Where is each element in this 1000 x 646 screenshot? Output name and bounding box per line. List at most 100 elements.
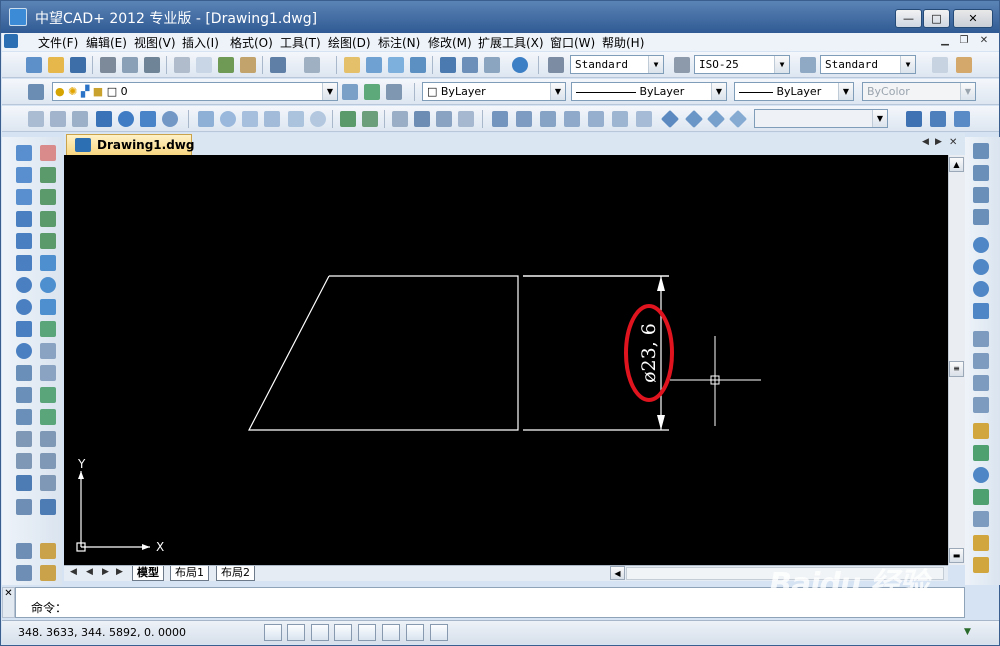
dish-icon[interactable]: [162, 111, 178, 127]
properties-icon[interactable]: [440, 57, 456, 73]
zoom-window-icon[interactable]: [388, 57, 404, 73]
menu-draw[interactable]: 绘图(D): [328, 34, 371, 51]
layout-next-icon[interactable]: ▶: [102, 567, 109, 577]
layout-last-icon[interactable]: ▶: [116, 567, 123, 577]
polygon-icon[interactable]: [16, 211, 32, 227]
named-views-select[interactable]: ▼: [754, 109, 888, 128]
interfere-icon[interactable]: [436, 111, 452, 127]
erase-icon[interactable]: [40, 145, 56, 161]
tab-layout2[interactable]: 布局2: [216, 566, 255, 581]
color-select[interactable]: □ ByLayer ▼: [422, 82, 566, 101]
solid-sphere-icon[interactable]: [220, 111, 236, 127]
setup-drawing-icon[interactable]: [458, 111, 474, 127]
menu-tools[interactable]: 工具(T): [280, 34, 321, 51]
explode-icon[interactable]: [40, 475, 56, 491]
minimize-button[interactable]: —: [895, 9, 922, 28]
table-icon[interactable]: [16, 475, 32, 491]
stretch-icon[interactable]: [40, 321, 56, 337]
solid-box-icon[interactable]: [198, 111, 214, 127]
view-nw-iso-icon[interactable]: [706, 109, 726, 129]
tab-close-icon[interactable]: ✕: [949, 137, 957, 148]
jogged-dim-icon[interactable]: [973, 259, 989, 275]
status-tray-icon[interactable]: ▼: [964, 627, 971, 637]
paste-icon[interactable]: [218, 57, 234, 73]
linetype-select[interactable]: ByLayer ▼: [571, 82, 727, 101]
undo-icon[interactable]: [270, 57, 286, 73]
mirror-icon[interactable]: [40, 189, 56, 205]
aligned-dim-icon[interactable]: [973, 165, 989, 181]
layout-prev-icon[interactable]: ◀: [86, 567, 93, 577]
inspect-icon[interactable]: [973, 489, 989, 505]
ellipse-arc-icon[interactable]: [16, 365, 32, 381]
menu-extension-tools[interactable]: 扩展工具(X): [478, 34, 544, 51]
copy-object-icon[interactable]: [40, 167, 56, 183]
revcloud-icon[interactable]: [16, 299, 32, 315]
scroll-up-icon[interactable]: ▲: [949, 157, 964, 172]
doc-minimize-icon[interactable]: ▁: [938, 35, 952, 48]
viewport-icon[interactable]: [906, 111, 922, 127]
box-3d-icon[interactable]: [28, 111, 44, 127]
otrack-toggle[interactable]: [382, 624, 400, 641]
dim-style-select[interactable]: ISO-25 ▼: [694, 55, 790, 74]
ellipse-icon[interactable]: [16, 343, 32, 359]
spline-icon[interactable]: [16, 321, 32, 337]
tab-model[interactable]: 模型: [132, 566, 164, 581]
design-center-icon[interactable]: [462, 57, 478, 73]
publish-icon[interactable]: [144, 57, 160, 73]
menu-file[interactable]: 文件(F): [38, 34, 78, 51]
diameter-dim-icon[interactable]: [973, 281, 989, 297]
lineweight-toggle[interactable]: [406, 624, 424, 641]
match-properties-icon[interactable]: [240, 57, 256, 73]
print-preview-icon[interactable]: [122, 57, 138, 73]
slice-icon[interactable]: [392, 111, 408, 127]
grid-toggle[interactable]: [287, 624, 305, 641]
open-file-icon[interactable]: [48, 57, 64, 73]
wedge-icon[interactable]: [50, 111, 66, 127]
dim-space-icon[interactable]: [973, 397, 989, 413]
lineweight-select[interactable]: ByLayer ▼: [734, 82, 854, 101]
edit-text-icon[interactable]: [40, 499, 56, 515]
angular-dim-icon[interactable]: [973, 303, 989, 319]
command-window-close-icon[interactable]: ✕: [2, 587, 15, 618]
view-back-icon[interactable]: [612, 111, 628, 127]
ucs-origin-icon[interactable]: [956, 57, 972, 73]
dim-text-edit-icon[interactable]: [973, 557, 989, 573]
array-icon[interactable]: [40, 233, 56, 249]
join-icon[interactable]: [40, 409, 56, 425]
ucs-icon[interactable]: [932, 57, 948, 73]
view-bottom-icon[interactable]: [516, 111, 532, 127]
menu-edit[interactable]: 编辑(E): [86, 34, 127, 51]
solid-cylinder-icon[interactable]: [242, 111, 258, 127]
view-top-icon[interactable]: [492, 111, 508, 127]
menu-view[interactable]: 视图(V): [134, 34, 176, 51]
print-icon[interactable]: [100, 57, 116, 73]
cut-icon[interactable]: [174, 57, 190, 73]
center-mark-icon[interactable]: [973, 467, 989, 483]
redo-icon[interactable]: [304, 57, 320, 73]
chamfer-icon[interactable]: [40, 431, 56, 447]
pencil-icon[interactable]: [40, 543, 56, 559]
hatch-icon[interactable]: [16, 431, 32, 447]
box-solid-icon[interactable]: [96, 111, 112, 127]
layout-first-icon[interactable]: ◀: [70, 567, 77, 577]
arc-icon[interactable]: [16, 255, 32, 271]
doc-restore-icon[interactable]: ❐: [957, 35, 971, 48]
revolve-icon[interactable]: [362, 111, 378, 127]
xline-icon[interactable]: [16, 167, 32, 183]
table-style-select[interactable]: Standard ▼: [820, 55, 916, 74]
quick-dim-icon[interactable]: [973, 331, 989, 347]
ordinate-dim-icon[interactable]: [973, 209, 989, 225]
region-icon[interactable]: [16, 453, 32, 469]
view-left-icon[interactable]: [540, 111, 556, 127]
menu-insert[interactable]: 插入(I): [182, 34, 219, 51]
make-block-icon[interactable]: [16, 409, 32, 425]
sphere-icon[interactable]: [118, 111, 134, 127]
brush-icon[interactable]: [40, 565, 56, 581]
save-icon[interactable]: [70, 57, 86, 73]
section-icon[interactable]: [414, 111, 430, 127]
coordinate-readout[interactable]: 348. 3633, 344. 5892, 0. 0000: [18, 626, 186, 639]
doc-close-icon[interactable]: ✕: [977, 35, 991, 48]
layer-previous-icon[interactable]: [342, 84, 358, 100]
jogged-linear-icon[interactable]: [973, 511, 989, 527]
continue-dim-icon[interactable]: [973, 375, 989, 391]
